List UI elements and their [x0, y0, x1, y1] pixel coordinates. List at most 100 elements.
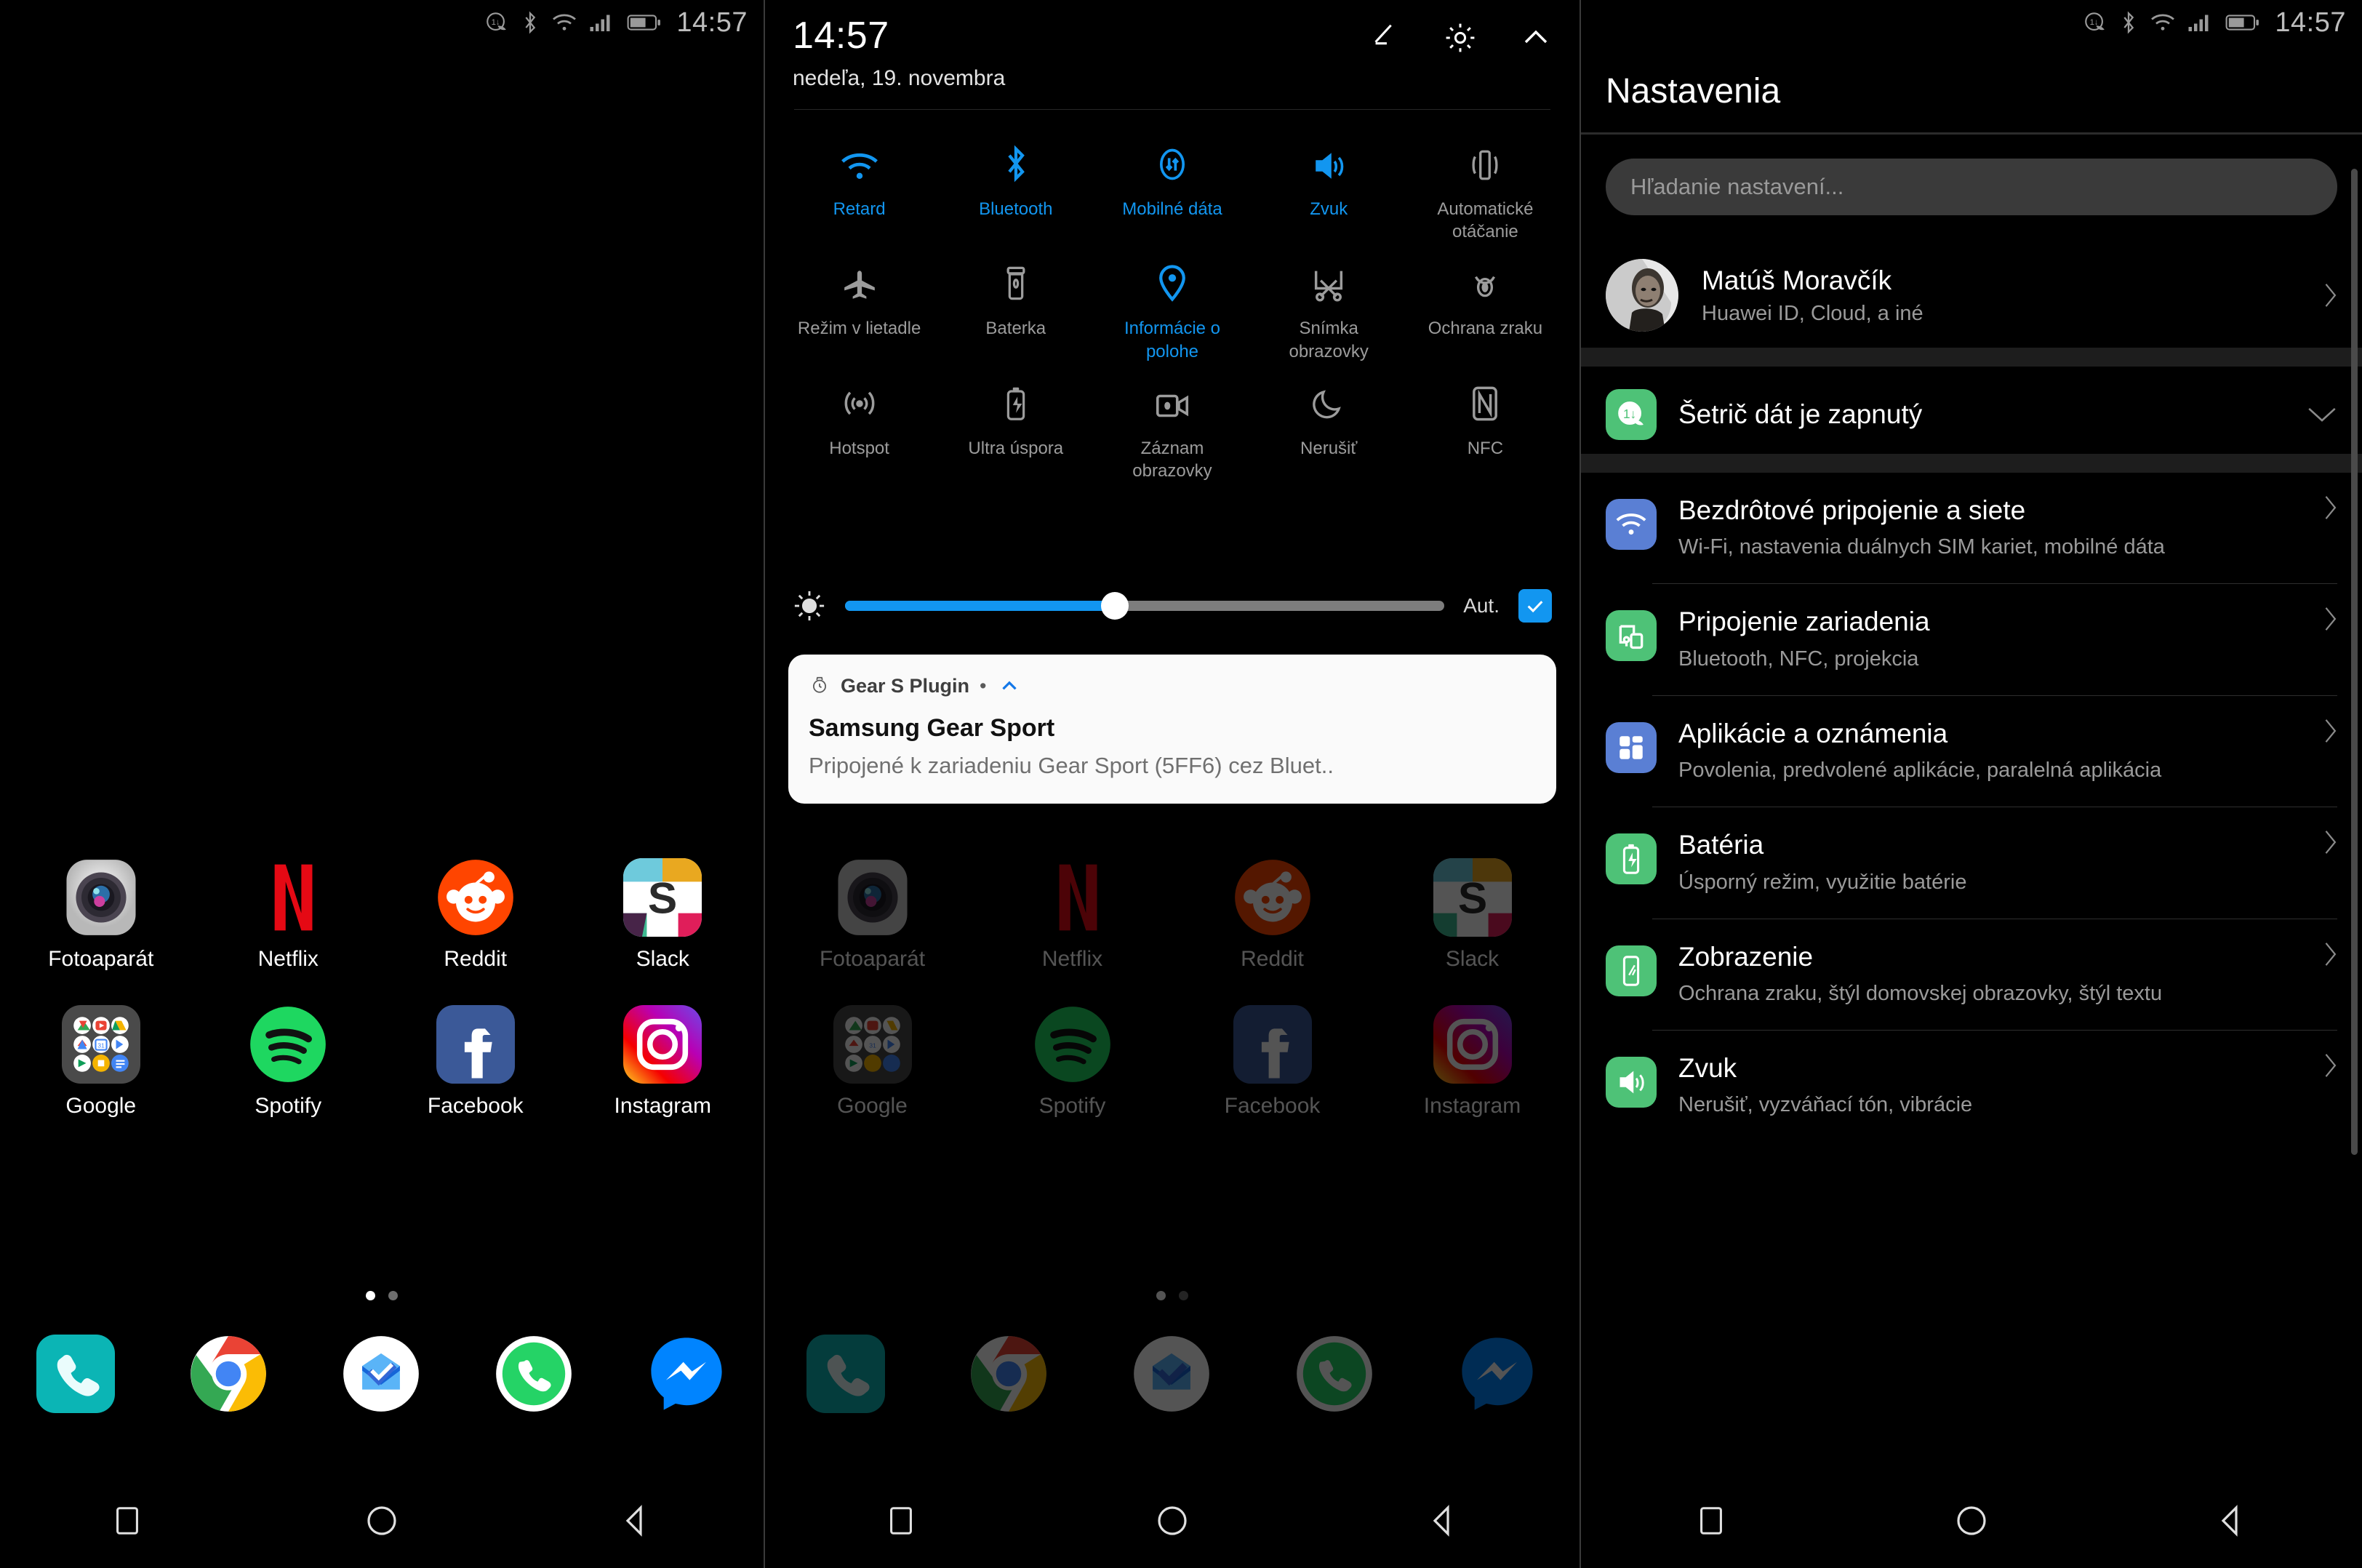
- whatsapp-icon[interactable]: [495, 1335, 575, 1415]
- chevron-down-icon[interactable]: [2307, 404, 2337, 425]
- recents-icon[interactable]: [857, 1484, 945, 1557]
- edit-icon[interactable]: [1369, 21, 1402, 55]
- wifi-icon: [1606, 499, 1657, 550]
- settings-item-title: Bezdrôtové pripojenie a siete: [1678, 495, 2026, 525]
- back-icon[interactable]: [1400, 1484, 1487, 1557]
- whatsapp-icon: [1295, 1335, 1375, 1415]
- hotspot-icon: [841, 380, 878, 423]
- quick-toggle-eye-comfort[interactable]: Ochrana zraku: [1407, 250, 1564, 362]
- auto-brightness-checkbox[interactable]: [1518, 589, 1552, 623]
- app-icon-instagram[interactable]: Instagram: [569, 1005, 757, 1119]
- home-icon[interactable]: [338, 1484, 425, 1557]
- app-label: Slack: [1445, 947, 1500, 971]
- quick-toggle-auto-rotate[interactable]: Automatické otáčanie: [1407, 131, 1564, 243]
- data-saver-row[interactable]: 1↓ Šetrič dát je zapnutý: [1581, 375, 2362, 454]
- google-folder-icon: 31: [61, 1005, 140, 1084]
- settings-item-display[interactable]: Zobrazenie Ochrana zraku, štýl domovskej…: [1581, 919, 2362, 1030]
- home-page-indicator[interactable]: [0, 1291, 764, 1300]
- brightness-icon: [794, 591, 825, 621]
- app-icon-netflix[interactable]: Netflix: [195, 858, 383, 972]
- settings-item-subtitle: Povolenia, predvolené aplikácie, paralel…: [1678, 759, 2162, 783]
- netflix-icon: [1033, 858, 1112, 937]
- notification-title: Samsung Gear Sport: [809, 714, 1055, 742]
- settings-item-sound[interactable]: Zvuk Nerušiť, vyzváňací tón, vibrácie: [1581, 1031, 2362, 1141]
- home-app-grid: Fotoaparát Netflix Reddit S Slack 31 Goo…: [0, 858, 764, 1119]
- messenger-icon[interactable]: [647, 1335, 727, 1415]
- settings-item-device-connection[interactable]: Pripojenie zariadenia Bluetooth, NFC, pr…: [1581, 584, 2362, 695]
- quick-toggle-location[interactable]: Informácie o polohe: [1094, 250, 1250, 362]
- quick-toggle-screenshot[interactable]: Snímka obrazovky: [1251, 250, 1407, 362]
- quick-toggle-label: Ultra úspora: [968, 438, 1064, 458]
- home-icon[interactable]: [1129, 1484, 1216, 1557]
- brightness-slider[interactable]: [845, 592, 1445, 620]
- quick-toggle-label: Retard: [833, 199, 886, 219]
- quick-toggle-ultra-power-saving[interactable]: Ultra úspora: [937, 370, 1094, 482]
- home-icon[interactable]: [1928, 1484, 2015, 1557]
- search-input[interactable]: Hľadanie nastavení...: [1606, 159, 2337, 215]
- gear-icon[interactable]: [1443, 20, 1478, 55]
- settings-item-title: Pripojenie zariadenia: [1678, 607, 1930, 637]
- scrollbar[interactable]: [2351, 169, 2358, 1155]
- chrome-icon[interactable]: [189, 1335, 269, 1415]
- avatar: [1606, 259, 1678, 332]
- camera-icon: [833, 858, 912, 937]
- recents-icon[interactable]: [1668, 1484, 1755, 1557]
- app-icon-slack[interactable]: S Slack: [569, 858, 757, 972]
- settings-item-text: Aplikácie a oznámenia Povolenia, predvol…: [1678, 718, 2323, 785]
- settings-item-text: Batéria Úsporný režim, využitie batérie: [1678, 829, 2323, 896]
- app-icon-facebook[interactable]: Facebook: [382, 1005, 569, 1119]
- notification-card[interactable]: Gear S Plugin • Samsung Gear Sport Pripo…: [788, 655, 1556, 804]
- settings-item-wireless-networks[interactable]: Bezdrôtové pripojenie a siete Wi-Fi, nas…: [1581, 473, 2362, 583]
- settings-item-text: Zvuk Nerušiť, vyzváňací tón, vibrácie: [1678, 1052, 2323, 1119]
- app-folder-google[interactable]: 31 Google: [7, 1005, 195, 1119]
- reddit-icon: [436, 858, 515, 937]
- svg-text:31: 31: [869, 1041, 876, 1049]
- home-dock-dim: [765, 1335, 1580, 1415]
- home-dock: [0, 1335, 764, 1415]
- netflix-icon: [249, 858, 327, 937]
- back-icon[interactable]: [593, 1484, 680, 1557]
- email-icon: [1132, 1335, 1212, 1415]
- app-icon-camera[interactable]: Fotoaparát: [7, 858, 195, 972]
- recents-icon[interactable]: [84, 1484, 171, 1557]
- data-saver-icon: 1↓: [2085, 12, 2105, 31]
- app-icon-spotify-dim: Spotify: [972, 1005, 1172, 1119]
- settings-item-apps-notifications[interactable]: Aplikácie a oznámenia Povolenia, predvol…: [1581, 696, 2362, 807]
- app-icon-spotify[interactable]: Spotify: [195, 1005, 383, 1119]
- brightness-slider-knob[interactable]: [1100, 592, 1129, 620]
- bluetooth-icon: [1003, 141, 1029, 183]
- signal-icon: [2188, 15, 2209, 31]
- home-page-indicator-dim: [765, 1291, 1580, 1300]
- reddit-icon: [1233, 858, 1312, 937]
- quick-toggle-bluetooth[interactable]: Bluetooth: [937, 131, 1094, 243]
- quick-toggle-flashlight[interactable]: Baterka: [937, 250, 1094, 362]
- quick-toggle-label: Informácie o polohe: [1124, 319, 1221, 361]
- quick-toggle-do-not-disturb[interactable]: Nerušiť: [1251, 370, 1407, 482]
- page-dot-active[interactable]: [366, 1291, 375, 1300]
- quick-toggle-wifi[interactable]: Retard: [781, 131, 937, 243]
- navigation-bar: [0, 1473, 764, 1568]
- account-text: Matúš Moravčík Huawei ID, Cloud, a iné: [1702, 265, 2323, 326]
- phone-icon[interactable]: [36, 1335, 116, 1415]
- quick-toggle-hotspot[interactable]: Hotspot: [781, 370, 937, 482]
- settings-item-text: Pripojenie zariadenia Bluetooth, NFC, pr…: [1678, 606, 2323, 673]
- instagram-icon: [623, 1005, 702, 1084]
- quick-toggle-screen-record[interactable]: Záznam obrazovky: [1094, 370, 1250, 482]
- quick-toggle-mobile-data[interactable]: Mobilné dáta: [1094, 131, 1250, 243]
- page-dot[interactable]: [388, 1291, 398, 1300]
- settings-item-title: Aplikácie a oznámenia: [1678, 718, 1948, 748]
- collapse-chevron-up-icon[interactable]: [1518, 20, 1553, 55]
- quick-toggle-sound[interactable]: Zvuk: [1251, 131, 1407, 243]
- email-icon[interactable]: [342, 1335, 422, 1415]
- app-icon-reddit[interactable]: Reddit: [382, 858, 569, 972]
- ultra-power-saving-icon: [1004, 380, 1028, 423]
- quick-toggle-nfc[interactable]: NFC: [1407, 370, 1564, 482]
- settings-item-battery[interactable]: Batéria Úsporný režim, využitie batérie: [1581, 807, 2362, 918]
- chevron-up-icon[interactable]: [997, 673, 1022, 698]
- screen-record-icon: [1153, 380, 1192, 423]
- back-icon[interactable]: [2188, 1484, 2275, 1557]
- chevron-right-icon: [2325, 284, 2337, 307]
- quick-toggle-label: Bluetooth: [979, 199, 1053, 219]
- account-row[interactable]: Matúš Moravčík Huawei ID, Cloud, a iné: [1581, 247, 2362, 343]
- quick-toggle-airplane[interactable]: Režim v lietadle: [781, 250, 937, 362]
